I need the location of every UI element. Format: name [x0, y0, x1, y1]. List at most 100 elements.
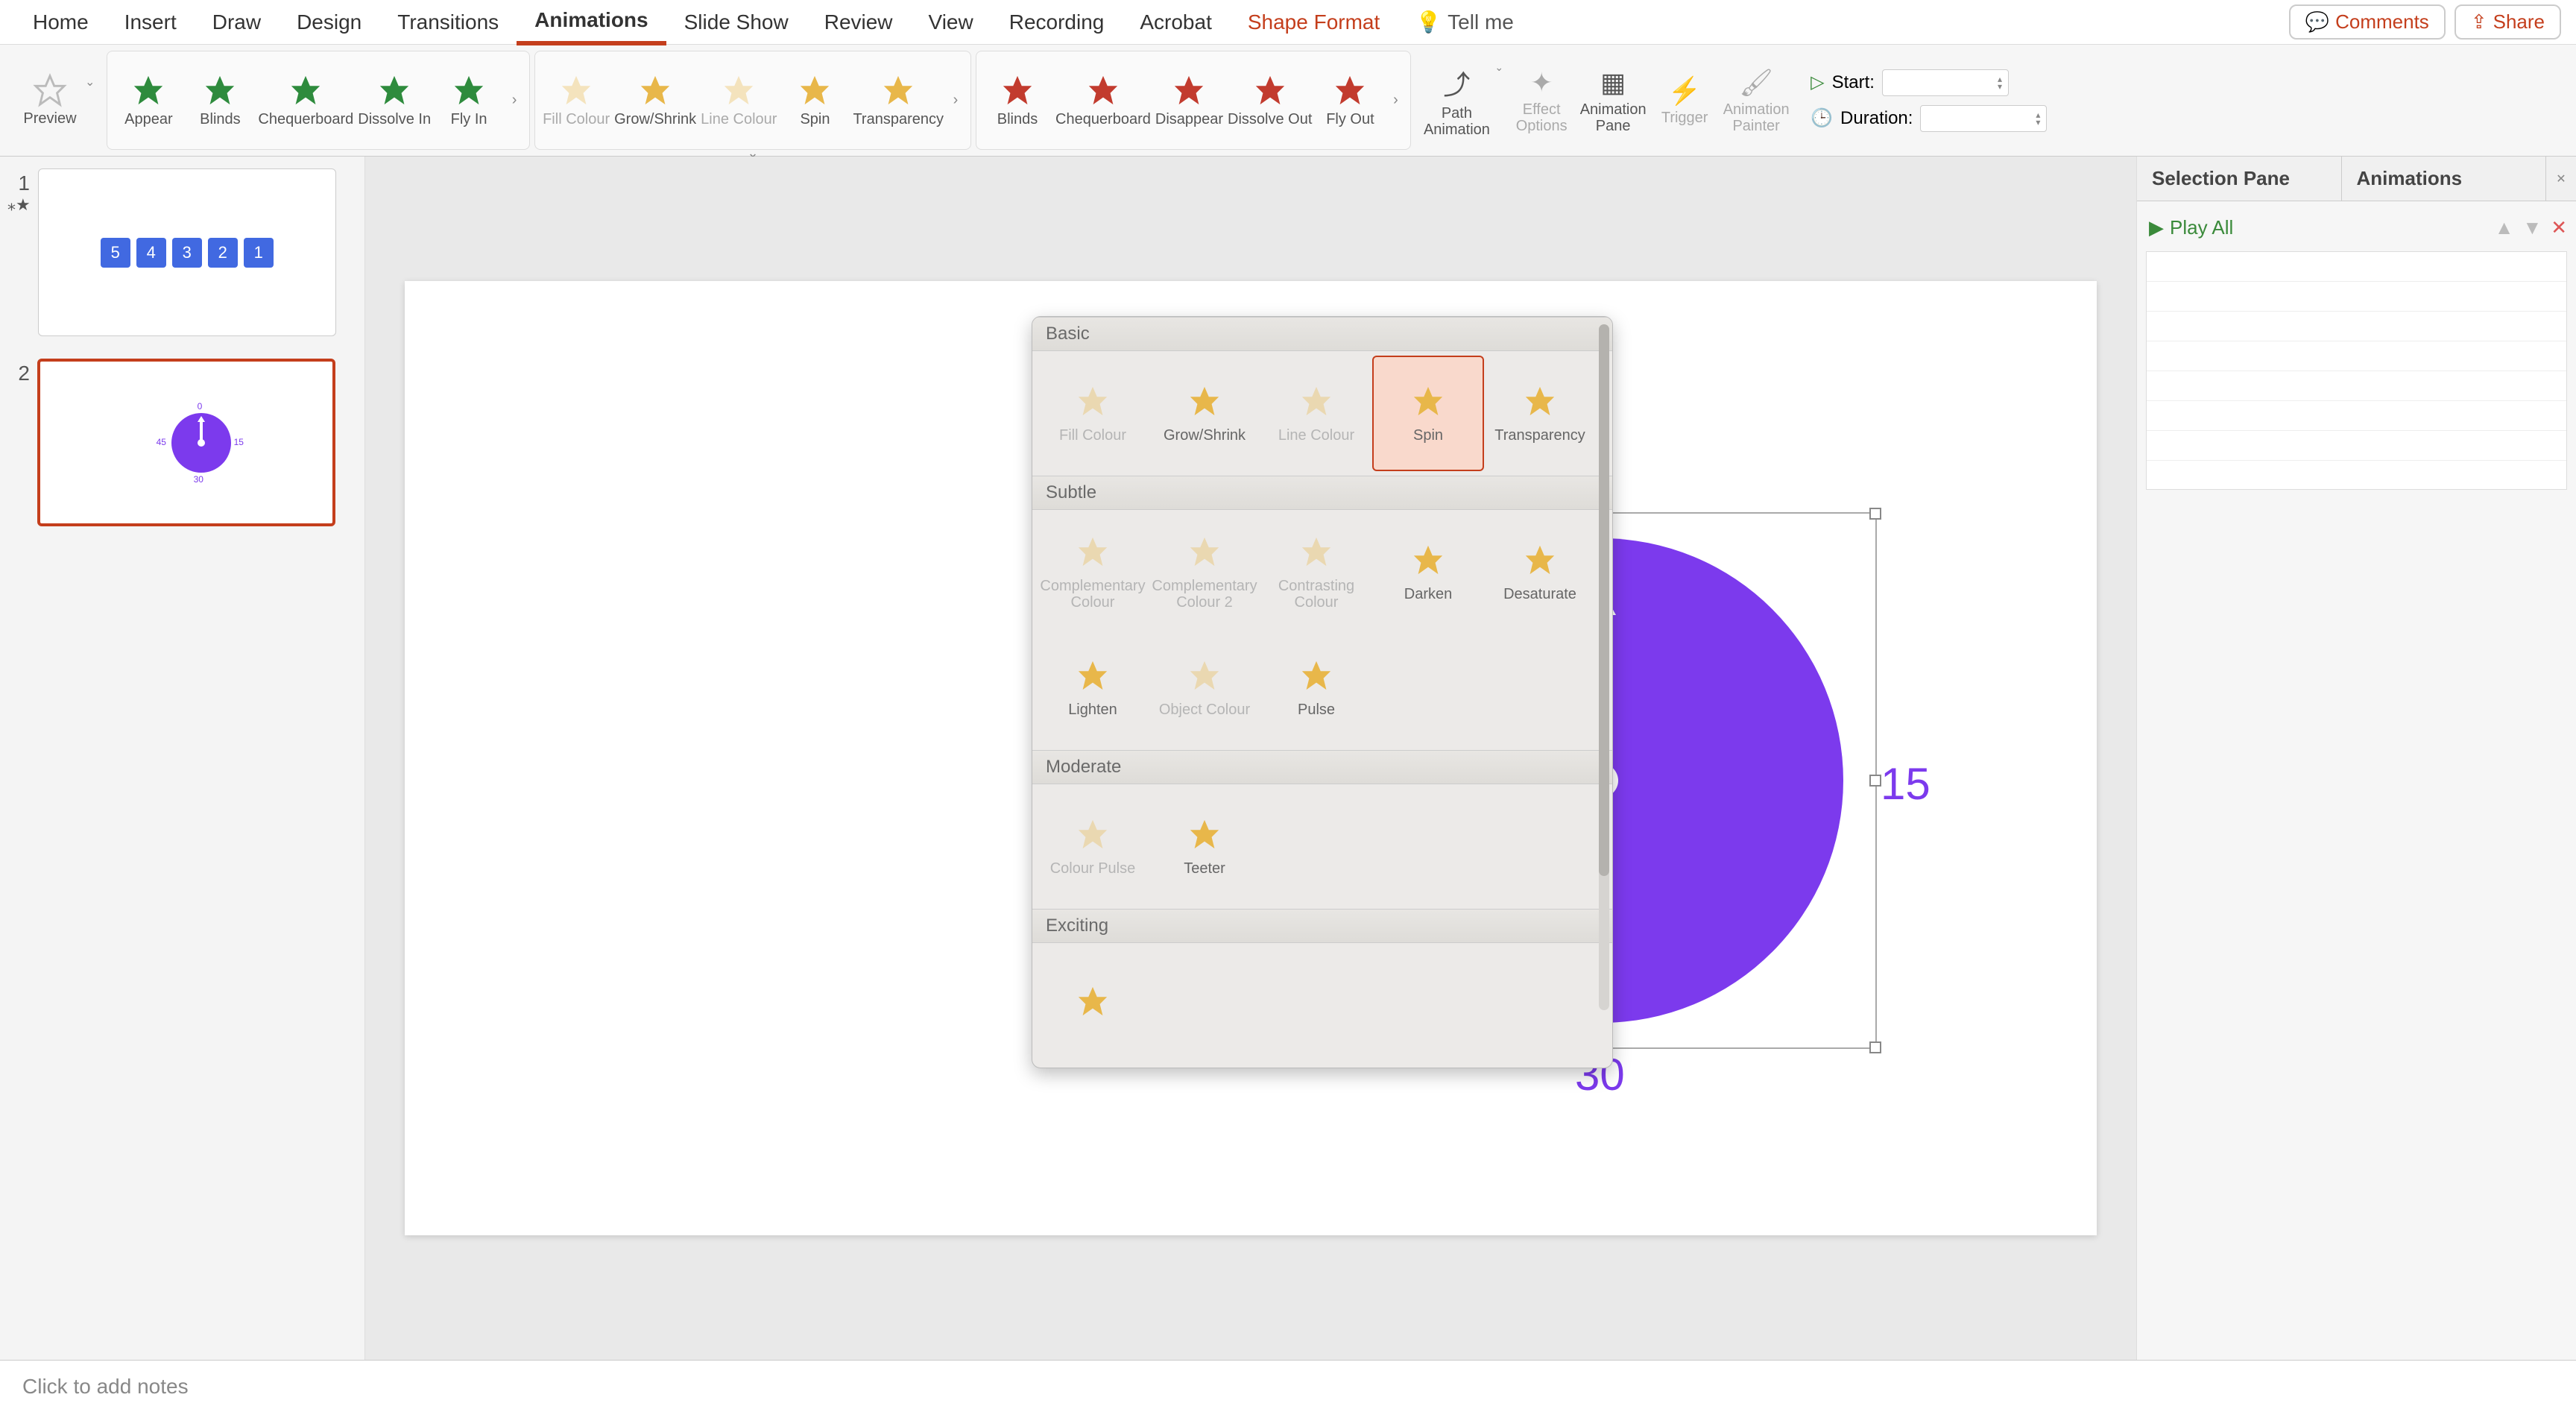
gallery-item-pulse[interactable]: Pulse: [1260, 630, 1372, 746]
gallery-item-label: Complementary Colour 2: [1149, 578, 1260, 611]
tab-review[interactable]: Review: [806, 1, 911, 43]
chevron-down-icon[interactable]: ⌄: [85, 75, 95, 89]
gallery-item-lighten[interactable]: Lighten: [1037, 630, 1149, 746]
thumbnail[interactable]: 54321: [38, 168, 336, 336]
effect-fly-out[interactable]: Fly Out: [1316, 72, 1383, 128]
notes-bar[interactable]: Click to add notes: [0, 1360, 2576, 1412]
tab-recording[interactable]: Recording: [991, 1, 1123, 43]
gallery-item-spin[interactable]: Spin: [1372, 356, 1484, 471]
list-row[interactable]: [2147, 282, 2566, 312]
tab-slideshow[interactable]: Slide Show: [666, 1, 806, 43]
effect-transparency[interactable]: Transparency: [853, 72, 944, 128]
effect-disappear[interactable]: Disappear: [1155, 72, 1223, 128]
effect-spin[interactable]: Spin: [781, 72, 848, 128]
chevron-right-icon[interactable]: ›: [1388, 54, 1403, 146]
gallery-item-contrasting-colour: Contrasting Colour: [1260, 514, 1372, 630]
effect-dissolve-out[interactable]: Dissolve Out: [1228, 72, 1312, 128]
tab-acrobat[interactable]: Acrobat: [1122, 1, 1230, 43]
clock-icon: 🕒: [1811, 107, 1833, 129]
effect-fly-in[interactable]: Fly In: [435, 72, 502, 128]
resize-handle[interactable]: [1869, 775, 1881, 787]
comments-button[interactable]: 💬 Comments: [2289, 4, 2446, 40]
effect-chequerboard[interactable]: Chequerboard: [258, 72, 353, 128]
tool-icon: 🖌: [1739, 67, 1773, 98]
tab-insert[interactable]: Insert: [107, 1, 195, 43]
thumb-tiles: 54321: [101, 238, 274, 268]
slide-thumb-1[interactable]: 1 ⁎★ 54321: [7, 168, 357, 336]
effect-blinds[interactable]: Blinds: [186, 72, 253, 128]
star-icon: [1299, 384, 1333, 423]
resize-handle[interactable]: [1869, 1041, 1881, 1053]
gallery-section-moderate: Moderate: [1032, 750, 1612, 784]
star-icon: [130, 72, 166, 108]
selection-pane-tab[interactable]: Selection Pane: [2137, 157, 2342, 201]
list-row[interactable]: [2147, 431, 2566, 461]
gallery-item-desaturate[interactable]: Desaturate: [1484, 514, 1596, 630]
list-row[interactable]: [2147, 252, 2566, 282]
animation-pane-button[interactable]: ▦AnimationPane: [1579, 67, 1647, 134]
preview-group: Preview ⌄: [9, 51, 102, 150]
share-button[interactable]: ⇪ Share: [2455, 4, 2561, 40]
delete-icon[interactable]: ✕: [2551, 216, 2567, 239]
duration-row: 🕒 Duration: ▴▾: [1811, 105, 2047, 132]
tab-animations[interactable]: Animations: [517, 0, 666, 45]
effect-blinds[interactable]: Blinds: [984, 72, 1051, 128]
gallery-item-transparency[interactable]: Transparency: [1484, 356, 1596, 471]
move-up-icon[interactable]: ▲: [2495, 216, 2514, 239]
tile: 4: [136, 238, 166, 268]
gallery-item-teeter[interactable]: Teeter: [1149, 789, 1260, 904]
play-icon: ▷: [1811, 72, 1824, 93]
list-row[interactable]: [2147, 341, 2566, 371]
tell-me[interactable]: 💡 Tell me: [1398, 1, 1532, 43]
chevron-down-icon[interactable]: ⌄: [1494, 61, 1503, 74]
tool-label: EffectOptions: [1516, 101, 1568, 134]
effect-line-colour[interactable]: Line Colour: [701, 72, 777, 128]
tab-design[interactable]: Design: [279, 1, 379, 43]
start-field[interactable]: ▴▾: [1882, 69, 2009, 96]
animations-pane-tab[interactable]: Animations: [2342, 157, 2547, 201]
chevron-updown-icon[interactable]: ▴▾: [2036, 111, 2040, 126]
scrollbar-thumb[interactable]: [1599, 324, 1609, 876]
emphasis-gallery-popup[interactable]: BasicFill ColourGrow/ShrinkLine ColourSp…: [1032, 316, 1613, 1068]
effect-fill-colour[interactable]: Fill Colour: [543, 72, 610, 128]
mini-label: 0: [198, 401, 203, 412]
mini-label: 45: [157, 437, 166, 447]
tile: 2: [208, 238, 238, 268]
chevron-right-icon[interactable]: ›: [948, 54, 963, 146]
effect-grow-shrink[interactable]: Grow/Shrink: [614, 72, 696, 128]
animation-list[interactable]: [2146, 251, 2567, 490]
close-icon[interactable]: ✕: [2546, 157, 2576, 201]
slide-thumb-2[interactable]: 2 0 15 30 45: [7, 359, 357, 526]
comment-icon: 💬: [2305, 10, 2329, 34]
move-down-icon[interactable]: ▼: [2522, 216, 2542, 239]
list-row[interactable]: [2147, 371, 2566, 401]
gallery-item-unnamed[interactable]: [1037, 948, 1149, 1063]
resize-handle[interactable]: [1869, 508, 1881, 520]
tab-transitions[interactable]: Transitions: [379, 1, 517, 43]
play-all-button[interactable]: ▶ Play All: [2146, 210, 2236, 245]
preview-button[interactable]: Preview: [16, 73, 83, 127]
effect-chequerboard[interactable]: Chequerboard: [1055, 72, 1151, 128]
tab-shape-format[interactable]: Shape Format: [1230, 1, 1398, 43]
gallery-item-grow-shrink[interactable]: Grow/Shrink: [1149, 356, 1260, 471]
star-icon: [1171, 72, 1207, 108]
timing-group: ▷ Start: ▴▾ 🕒 Duration: ▴▾: [1802, 51, 2056, 150]
tab-view[interactable]: View: [911, 1, 991, 43]
star-icon: [880, 72, 916, 108]
duration-field[interactable]: ▴▾: [1920, 105, 2047, 132]
effect-dissolve-in[interactable]: Dissolve In: [358, 72, 431, 128]
star-icon: [1076, 984, 1110, 1023]
list-row[interactable]: [2147, 401, 2566, 431]
effect-label: Disappear: [1155, 111, 1223, 128]
chevron-updown-icon[interactable]: ▴▾: [1998, 75, 2002, 90]
effect-appear[interactable]: Appear: [115, 72, 182, 128]
chevron-right-icon[interactable]: ›: [507, 54, 522, 146]
list-row[interactable]: [2147, 312, 2566, 341]
thumbnail-selected[interactable]: 0 15 30 45: [37, 359, 335, 526]
tool-icon: ✦: [1530, 67, 1553, 98]
path-animation-button[interactable]: ⤴PathAnimation: [1423, 63, 1490, 138]
tab-home[interactable]: Home: [15, 1, 107, 43]
gallery-item-darken[interactable]: Darken: [1372, 514, 1484, 630]
slide-panel[interactable]: 1 ⁎★ 54321 2 0 15 30 45: [0, 157, 365, 1360]
tab-draw[interactable]: Draw: [195, 1, 279, 43]
